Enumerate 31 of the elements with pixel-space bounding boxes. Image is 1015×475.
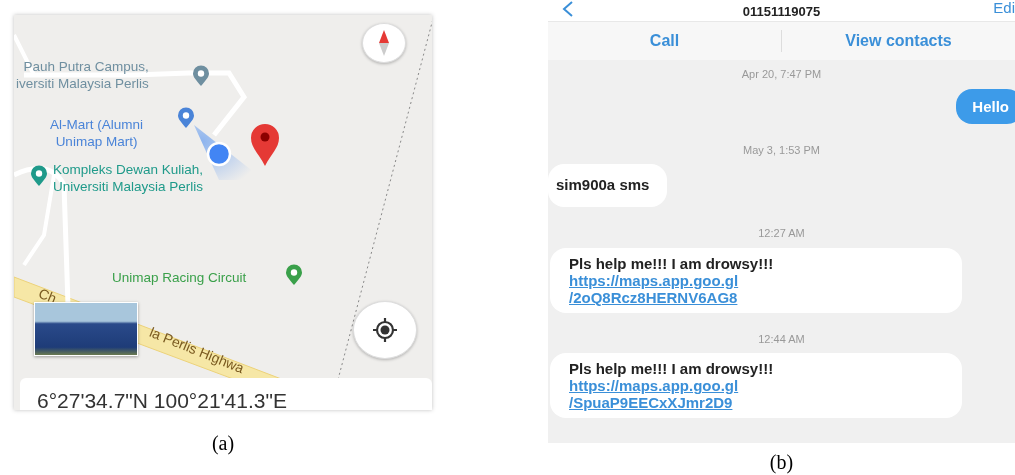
back-icon	[562, 0, 574, 17]
map-pin-icon	[249, 123, 281, 167]
coordinates-text: 6°27'34.7"N 100°21'41.3"E	[20, 378, 432, 410]
timestamp: Apr 20, 7:47 PM	[740, 67, 823, 82]
timestamp: 12:27 AM	[757, 226, 806, 241]
call-button[interactable]: Call	[548, 29, 781, 53]
compass-icon	[378, 30, 390, 56]
locate-icon	[372, 317, 398, 343]
figure-caption: (b)	[769, 450, 794, 475]
edit-button[interactable]: Edi	[993, 0, 1015, 15]
view-contacts-button[interactable]: View contacts	[782, 29, 1015, 53]
location-dot-icon	[206, 141, 232, 167]
message-text: Pls help me!!! I am drowsy!!!	[569, 360, 775, 377]
message-link[interactable]: https://maps.app.goo.gl /2oQ8Rcz8HERNV6AG8	[569, 271, 944, 306]
back-button[interactable]	[562, 0, 574, 20]
message-link[interactable]: https://maps.app.goo.gl /SpuaP9EECxXJmr2D9	[569, 377, 944, 411]
place-label: Al-Mart (Alumni Unimap Mart)	[50, 116, 143, 150]
place-label: Kompleks Dewan Kuliah, Universiti Malaysia Perlis	[53, 161, 204, 195]
timestamp: 12:44 AM	[757, 331, 806, 347]
place-label: Unimap Racing Circuit	[112, 269, 247, 286]
place-label: Pauh Putra Campus, iversiti Malaysia Perlis	[16, 58, 149, 92]
received-message-bubble: sim900a sms	[548, 164, 668, 207]
message-text: Pls help me!!! I am drowsy!!!	[569, 254, 775, 272]
sent-message-bubble: Hello	[956, 88, 1015, 124]
compass-button[interactable]	[362, 23, 406, 63]
timestamp: May 3, 1:53 PM	[741, 142, 821, 158]
road-label: Ch	[35, 283, 60, 309]
figure-caption: (a)	[210, 431, 236, 457]
locate-button[interactable]	[353, 301, 417, 359]
photo-placeholder[interactable]	[34, 302, 138, 356]
phone-number: 01151119075	[742, 5, 821, 21]
